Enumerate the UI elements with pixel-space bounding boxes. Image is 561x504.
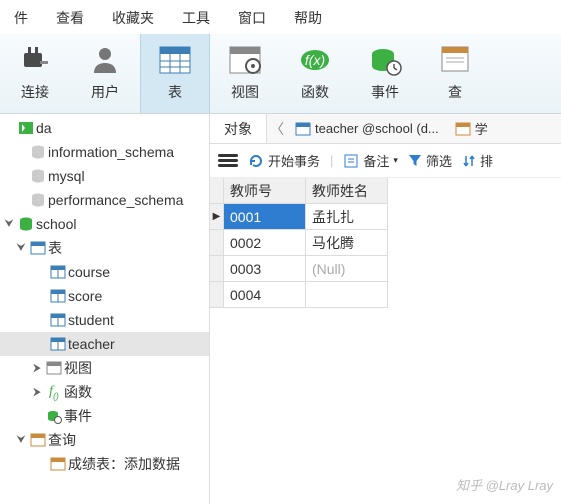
table-icon <box>141 40 209 80</box>
view-icon <box>210 40 280 80</box>
plug-icon <box>0 40 70 80</box>
event-button[interactable]: 事件 <box>350 34 420 113</box>
menu-help[interactable]: 帮助 <box>280 4 336 32</box>
table-row[interactable]: 0002 马化腾 <box>210 230 561 256</box>
filter-icon <box>408 154 422 168</box>
object-tree[interactable]: da information_schema mysql performance_… <box>0 114 210 504</box>
table-icon <box>295 121 311 137</box>
table-icon <box>48 336 68 352</box>
database-icon <box>28 168 48 184</box>
table-course[interactable]: course <box>0 260 209 284</box>
tab-prev[interactable]: 〈 <box>267 119 287 139</box>
menu-file[interactable]: 件 <box>0 4 42 32</box>
toolbar: 开始事务 | 备注▾ 筛选 排 <box>210 144 561 178</box>
node-queries[interactable]: ⮟查询 <box>0 428 209 452</box>
function-label: 函数 <box>280 82 350 102</box>
tab-student[interactable]: 学 <box>447 114 496 143</box>
table-icon <box>48 312 68 328</box>
note-icon <box>343 153 359 169</box>
cell[interactable]: (Null) <box>306 256 388 282</box>
function-button[interactable]: f(x) 函数 <box>280 34 350 113</box>
menu-tool[interactable]: 工具 <box>168 4 224 32</box>
cell[interactable]: 0004 <box>224 282 306 308</box>
event-group-icon <box>44 408 64 424</box>
cell[interactable]: 0003 <box>224 256 306 282</box>
db-information-schema[interactable]: information_schema <box>0 140 209 164</box>
svg-text:f(x): f(x) <box>305 52 325 68</box>
content-area: 对象 〈 teacher @school (d... 学 开始事务 | 备注▾ … <box>210 114 561 504</box>
connection-label: 连接 <box>0 82 70 102</box>
user-button[interactable]: 用户 <box>70 34 140 113</box>
db-performance-schema[interactable]: performance_schema <box>0 188 209 212</box>
view-button[interactable]: 视图 <box>210 34 280 113</box>
node-events[interactable]: 事件 <box>0 404 209 428</box>
node-tables[interactable]: ⮟表 <box>0 236 209 260</box>
function-icon: f(x) <box>280 40 350 80</box>
conn-da[interactable]: da <box>0 116 209 140</box>
row-indicator-icon: ▶ <box>210 204 224 230</box>
database-icon <box>28 192 48 208</box>
table-icon <box>48 264 68 280</box>
cell[interactable] <box>306 282 388 308</box>
table-group-icon <box>28 240 48 256</box>
event-label: 事件 <box>350 82 420 102</box>
query-icon <box>420 40 490 80</box>
function-group-icon: f() <box>44 384 64 401</box>
query-button[interactable]: 查 <box>420 34 490 113</box>
table-student[interactable]: student <box>0 308 209 332</box>
begin-transaction-button[interactable]: 开始事务 <box>248 151 320 170</box>
node-functions[interactable]: ⮞f()函数 <box>0 380 209 404</box>
node-views[interactable]: ⮞视图 <box>0 356 209 380</box>
db-school[interactable]: ⮟school <box>0 212 209 236</box>
table-icon <box>455 121 471 137</box>
query-item[interactable]: 成绩表：添加数据 <box>0 452 209 476</box>
database-open-icon <box>16 216 36 232</box>
query-group-icon <box>28 432 48 448</box>
connection-icon <box>16 120 36 136</box>
database-icon <box>28 144 48 160</box>
table-row[interactable]: ▶ 0001 孟扎扎 <box>210 204 561 230</box>
connection-button[interactable]: 连接 <box>0 34 70 113</box>
menu-view[interactable]: 查看 <box>42 4 98 32</box>
table-teacher[interactable]: teacher <box>0 332 209 356</box>
cell[interactable]: 孟扎扎 <box>306 204 388 230</box>
table-score[interactable]: score <box>0 284 209 308</box>
cell[interactable]: 0001 <box>224 204 306 230</box>
col-teacher-name[interactable]: 教师姓名 <box>306 178 388 204</box>
sort-icon <box>462 154 476 168</box>
refresh-icon <box>248 153 264 169</box>
query-icon <box>48 456 68 472</box>
tab-object[interactable]: 对象 <box>210 114 267 143</box>
data-grid[interactable]: 教师号 教师姓名 ▶ 0001 孟扎扎 0002 马化腾 0003 (Null)… <box>210 178 561 308</box>
ribbon: 连接 用户 表 视图 f(x) 函数 事件 查 <box>0 34 561 114</box>
note-button[interactable]: 备注▾ <box>343 151 398 170</box>
watermark: 知乎 @Lray Lray <box>456 475 553 494</box>
table-row[interactable]: 0003 (Null) <box>210 256 561 282</box>
menubar: 件 查看 收藏夹 工具 窗口 帮助 <box>0 0 561 34</box>
event-icon <box>350 40 420 80</box>
user-label: 用户 <box>70 82 140 102</box>
tab-bar: 对象 〈 teacher @school (d... 学 <box>210 114 561 144</box>
table-row[interactable]: 0004 <box>210 282 561 308</box>
cell[interactable]: 0002 <box>224 230 306 256</box>
menu-window[interactable]: 窗口 <box>224 4 280 32</box>
db-mysql[interactable]: mysql <box>0 164 209 188</box>
table-button[interactable]: 表 <box>140 34 210 113</box>
sort-button[interactable]: 排 <box>462 151 493 170</box>
menu-fav[interactable]: 收藏夹 <box>98 4 168 32</box>
query-label: 查 <box>420 82 490 102</box>
tab-teacher[interactable]: teacher @school (d... <box>287 114 447 143</box>
header-row: 教师号 教师姓名 <box>210 178 561 204</box>
view-group-icon <box>44 360 64 376</box>
list-style-button[interactable] <box>218 153 238 169</box>
col-teacher-id[interactable]: 教师号 <box>224 178 306 204</box>
view-label: 视图 <box>210 82 280 102</box>
table-label: 表 <box>141 82 209 102</box>
table-icon <box>48 288 68 304</box>
cell[interactable]: 马化腾 <box>306 230 388 256</box>
filter-button[interactable]: 筛选 <box>408 151 452 170</box>
user-icon <box>70 40 140 80</box>
